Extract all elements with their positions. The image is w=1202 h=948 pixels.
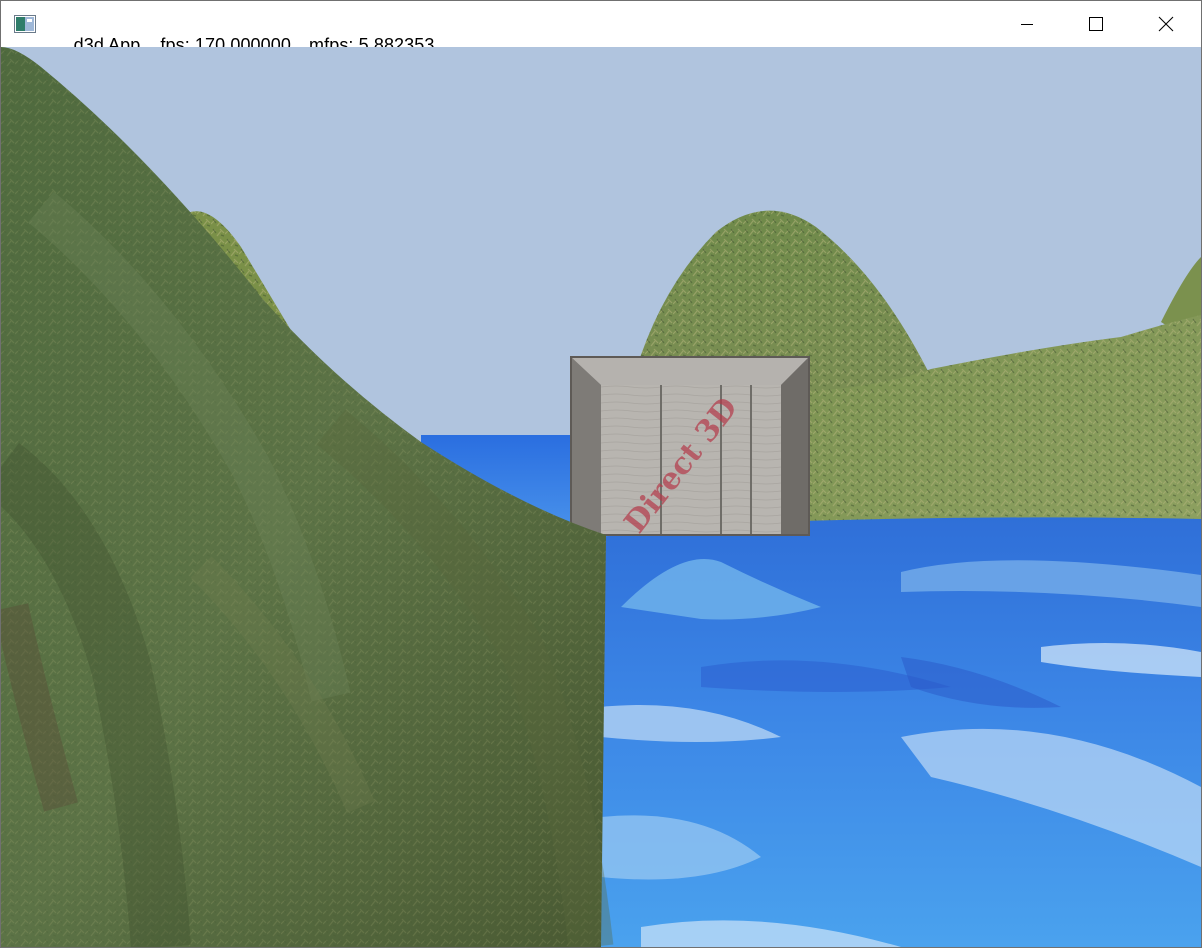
app-window: d3d App fps: 170.000000 mfps: 5.882353 D… xyxy=(0,0,1202,948)
scene-render: Direct 3D xyxy=(1,47,1201,947)
close-button[interactable] xyxy=(1131,1,1201,47)
minimize-icon xyxy=(1021,24,1033,25)
close-icon xyxy=(1158,16,1174,32)
render-viewport[interactable]: Direct 3D xyxy=(1,47,1201,947)
app-window-icon xyxy=(14,15,36,33)
maximize-icon xyxy=(1089,17,1103,31)
wooden-crate: Direct 3D xyxy=(570,356,810,540)
minimize-button[interactable] xyxy=(992,1,1062,47)
maximize-button[interactable] xyxy=(1061,1,1131,47)
title-bar[interactable]: d3d App fps: 170.000000 mfps: 5.882353 xyxy=(1,1,1201,55)
